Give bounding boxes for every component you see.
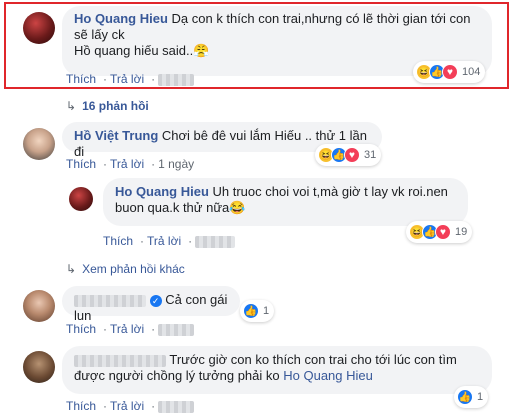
comment-bubble: Ho Quang Hieu Uh truoc choi voi t,mà giờ… <box>103 178 468 226</box>
comment-author[interactable]: Hồ Việt Trung <box>74 128 158 143</box>
comment-text: Dạ con k thích con trai,nhưng có lẽ thời… <box>171 11 471 26</box>
comment-text: sẽ lấy ck <box>74 27 125 42</box>
reply-arrow-icon: ↳ <box>66 262 77 276</box>
avatar[interactable] <box>69 187 93 211</box>
avatar[interactable] <box>23 351 55 383</box>
reaction-summary[interactable]: 👍 1 <box>454 386 489 408</box>
reaction-count: 104 <box>462 66 481 78</box>
comment-actions: Thích · Trả lời · <box>66 322 198 336</box>
comment-actions: Thích · Trả lời · <box>66 72 198 86</box>
love-reaction-icon: ♥ <box>344 147 360 163</box>
avatar[interactable] <box>23 128 55 160</box>
reaction-summary[interactable]: 😆 👍 ♥ 19 <box>406 221 473 243</box>
comment-actions: Thích · Trả lời · 1 ngày <box>66 157 195 171</box>
reaction-summary[interactable]: 👍 1 <box>240 300 275 322</box>
like-button[interactable]: Thích <box>103 234 133 248</box>
like-button[interactable]: Thích <box>66 72 96 86</box>
comment-text: Uh truoc choi voi t,mà giờ t lay vk roi.… <box>212 184 448 199</box>
love-reaction-icon: ♥ <box>442 64 458 80</box>
verified-check-icon: ✓ <box>149 294 162 307</box>
blurred-time <box>195 235 236 248</box>
avatar[interactable] <box>23 290 55 322</box>
blurred-time <box>158 323 195 336</box>
comment-author[interactable]: Ho Quang Hieu <box>115 184 209 199</box>
blurred-author <box>74 354 166 367</box>
comment-text: buon qua.k thử nữa😂 <box>115 200 246 215</box>
like-button[interactable]: Thích <box>66 399 96 413</box>
blurred-time <box>158 400 195 413</box>
like-button[interactable]: Thích <box>66 157 96 171</box>
view-replies-link[interactable]: ↳ 16 phản hồi <box>66 99 149 113</box>
blurred-time <box>158 73 195 86</box>
reaction-count: 1 <box>263 305 270 317</box>
like-reaction-icon: 👍 <box>457 389 473 405</box>
like-reaction-icon: 👍 <box>243 303 259 319</box>
like-button[interactable]: Thích <box>66 322 96 336</box>
reaction-count: 1 <box>477 391 484 403</box>
comment-actions: Thích · Trả lời · <box>66 399 198 413</box>
comment-time[interactable]: 1 ngày <box>158 157 194 171</box>
reply-arrow-icon: ↳ <box>66 99 77 113</box>
avatar[interactable] <box>23 12 55 44</box>
mention-link[interactable]: Ho Quang Hieu <box>283 368 373 383</box>
comment-actions: Thích · Trả lời · <box>103 234 239 248</box>
reply-button[interactable]: Trả lời <box>110 72 144 86</box>
reply-button[interactable]: Trả lời <box>110 157 144 171</box>
comment-bubble: Trước giờ con ko thích con trai cho tới … <box>62 346 492 394</box>
reply-button[interactable]: Trả lời <box>110 399 144 413</box>
comment-author[interactable]: Ho Quang Hieu <box>74 11 168 26</box>
reaction-summary[interactable]: 😆 👍 ♥ 104 <box>413 61 486 83</box>
love-reaction-icon: ♥ <box>435 224 451 240</box>
view-more-replies-link[interactable]: ↳ Xem phản hồi khác <box>66 262 185 276</box>
comment-text: Trước giờ con ko thích con trai cho tới … <box>169 352 457 367</box>
comment-text: được người chồng lý tưởng phải ko <box>74 368 280 383</box>
reaction-count: 19 <box>455 226 468 238</box>
blurred-author <box>74 294 146 307</box>
comment-bubble: ✓ Cả con gái lun <box>62 286 240 323</box>
comment-text: Hồ quang hiếu said..😤 <box>74 43 210 58</box>
reaction-summary[interactable]: 😆 👍 ♥ 31 <box>315 144 382 166</box>
reply-button[interactable]: Trả lời <box>110 322 144 336</box>
reaction-count: 31 <box>364 149 377 161</box>
reply-button[interactable]: Trả lời <box>147 234 181 248</box>
